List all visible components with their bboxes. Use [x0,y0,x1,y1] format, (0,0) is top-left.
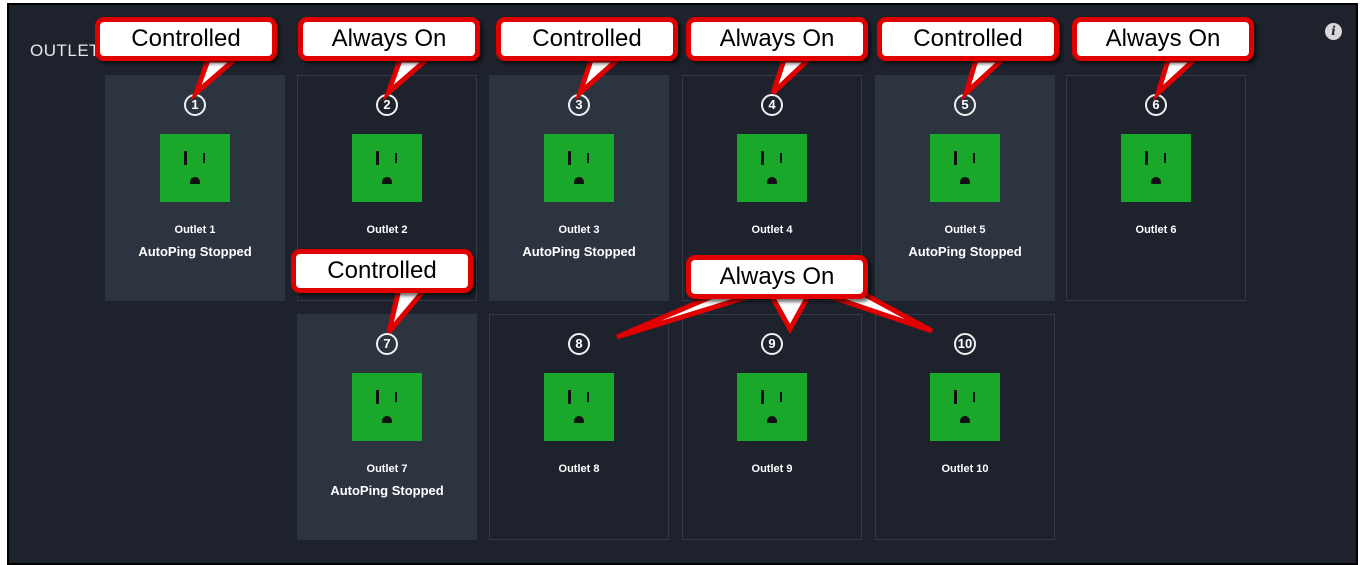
callout-label: Always On [686,17,868,61]
callout-label: Controlled [95,17,277,61]
callout-pointer [616,290,761,340]
callout-pointer [386,286,431,334]
callout-pointer [382,57,433,102]
callout-pointer [574,57,624,102]
callout-pointer [190,57,241,102]
callout-label: Controlled [877,17,1059,61]
callout-label: Always On [686,255,868,299]
callout-pointer [1152,57,1201,102]
callout-label: Always On [298,17,480,61]
callout-pointer [960,57,1009,102]
callout-label: Controlled [496,17,678,61]
callout-pointer [770,57,815,95]
callout-label: Always On [1072,17,1254,61]
callout-label: Controlled [291,249,473,293]
callout-pointers [190,57,1201,340]
